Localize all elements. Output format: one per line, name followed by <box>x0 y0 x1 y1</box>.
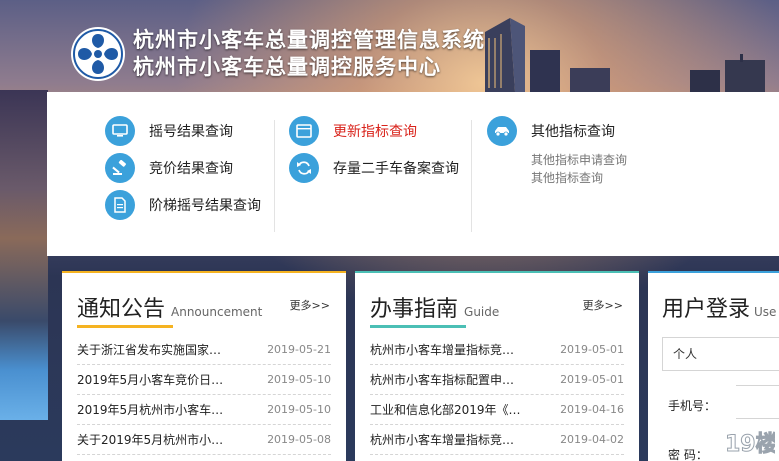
other-quota-sublinks: 其他指标申请查询 其他指标查询 <box>531 151 627 187</box>
guide-list: 杭州市小客车增量指标竞… 2019-05-01 杭州市小客车指标配置申… 2019-… <box>370 335 624 455</box>
login-title: 用户登录 Use <box>662 291 776 323</box>
site-title-line2: 杭州市小客车总量调控服务中心 <box>133 55 441 79</box>
refresh-icon <box>289 152 319 183</box>
notice-subtitle: Announcement <box>171 305 263 319</box>
list-item[interactable]: 关于浙江省发布实施国家… 2019-05-21 <box>77 335 331 365</box>
browser-window-icon <box>289 115 319 146</box>
logo-icon <box>71 27 125 81</box>
guide-title: 办事指南 Guide <box>370 291 499 323</box>
used-car-filing-query-label: 存量二手车备案查询 <box>333 160 459 177</box>
renewal-quota-query-label: 更新指标查询 <box>333 123 417 140</box>
phone-label: 手机号： <box>668 399 717 413</box>
news-date: 2019-04-16 <box>560 403 624 416</box>
notice-card: 通知公告 Announcement 更多>> 关于浙江省发布实施国家… 2019-0… <box>62 271 346 461</box>
tiered-draw-result-query-link[interactable]: 阶梯摇号结果查询 <box>105 186 261 223</box>
user-type-select[interactable]: 个人 <box>662 337 779 371</box>
guide-subtitle: Guide <box>464 305 500 319</box>
news-date: 2019-05-01 <box>560 373 624 386</box>
notice-more-link[interactable]: 更多>> <box>290 297 330 313</box>
guide-title-text: 办事指南 <box>370 297 459 322</box>
news-date: 2019-05-21 <box>267 343 331 356</box>
news-date: 2019-05-01 <box>560 343 624 356</box>
news-date: 2019-05-08 <box>267 433 331 446</box>
other-quota-application-query-link[interactable]: 其他指标申请查询 <box>531 151 627 169</box>
list-item[interactable]: 工业和信息化部2019年《… 2019-04-16 <box>370 395 624 425</box>
site-title-line1: 杭州市小客车总量调控管理信息系统 <box>133 28 485 52</box>
watermark-logo: 19楼 <box>725 432 776 458</box>
quick-links-column-3: 其他指标查询 其他指标申请查询 其他指标查询 <box>487 112 627 187</box>
news-title: 2019年5月杭州市小客车… <box>77 403 224 417</box>
draw-result-query-link[interactable]: 摇号结果查询 <box>105 112 261 149</box>
document-icon <box>105 189 135 220</box>
used-car-filing-query-link[interactable]: 存量二手车备案查询 <box>289 149 459 186</box>
password-label: 密 码： <box>668 448 708 461</box>
list-item[interactable]: 杭州市小客车增量指标竞… 2019-04-02 <box>370 425 624 455</box>
tiered-draw-result-query-label: 阶梯摇号结果查询 <box>149 197 261 214</box>
login-title-text: 用户登录 <box>662 297 751 322</box>
city-night-scene <box>0 90 48 420</box>
quick-links-column-1: 摇号结果查询 竞价结果查询 阶梯摇号结果查询 <box>105 112 261 223</box>
divider <box>471 120 472 232</box>
watermark-text: 19楼 <box>725 432 775 457</box>
list-item[interactable]: 2019年5月杭州市小客车… 2019-05-10 <box>77 395 331 425</box>
other-quota-query-label: 其他指标查询 <box>531 123 615 140</box>
quick-query-panel: 摇号结果查询 竞价结果查询 阶梯摇号结果查询 更新指标查询 存量二手车备案查询 … <box>47 92 779 256</box>
guide-title-underline <box>370 325 466 328</box>
bid-result-query-label: 竞价结果查询 <box>149 160 233 177</box>
site-title: 杭州市小客车总量调控管理信息系统 杭州市小客车总量调控服务中心 <box>133 27 485 81</box>
other-quota-query-link[interactable]: 其他指标查询 <box>487 112 627 149</box>
draw-result-query-label: 摇号结果查询 <box>149 123 233 140</box>
news-date: 2019-04-02 <box>560 433 624 446</box>
monitor-icon <box>105 115 135 146</box>
list-item[interactable]: 杭州市小客车指标配置申… 2019-05-01 <box>370 365 624 395</box>
divider <box>274 120 275 232</box>
phone-input[interactable] <box>736 385 779 419</box>
notice-title-underline <box>77 325 173 328</box>
notice-list: 关于浙江省发布实施国家… 2019-05-21 2019年5月小客车竞价日… 201… <box>77 335 331 455</box>
news-title: 关于浙江省发布实施国家… <box>77 343 222 357</box>
notice-title: 通知公告 Announcement <box>77 291 262 323</box>
list-item[interactable]: 杭州市小客车增量指标竞… 2019-05-01 <box>370 335 624 365</box>
list-item[interactable]: 2019年5月小客车竞价日… 2019-05-10 <box>77 365 331 395</box>
news-title: 关于2019年5月杭州市小… <box>77 433 224 447</box>
news-title: 杭州市小客车增量指标竞… <box>370 433 515 447</box>
guide-card: 办事指南 Guide 更多>> 杭州市小客车增量指标竞… 2019-05-01 杭州… <box>355 271 639 461</box>
renewal-quota-query-link[interactable]: 更新指标查询 <box>289 112 459 149</box>
other-quota-query-sublink[interactable]: 其他指标查询 <box>531 169 627 187</box>
skyline-illustration <box>485 18 765 92</box>
gavel-icon <box>105 152 135 183</box>
guide-more-link[interactable]: 更多>> <box>583 297 623 313</box>
news-title: 工业和信息化部2019年《… <box>370 403 521 417</box>
news-date: 2019-05-10 <box>267 373 331 386</box>
login-subtitle: Use <box>754 305 777 319</box>
news-title: 2019年5月小客车竞价日… <box>77 373 224 387</box>
car-icon <box>487 115 517 146</box>
news-title: 杭州市小客车指标配置申… <box>370 373 515 387</box>
quick-links-column-2: 更新指标查询 存量二手车备案查询 <box>289 112 459 186</box>
news-date: 2019-05-10 <box>267 403 331 416</box>
news-title: 杭州市小客车增量指标竞… <box>370 343 515 357</box>
notice-title-text: 通知公告 <box>77 297 166 322</box>
notice-card-header: 通知公告 Announcement 更多>> <box>62 273 346 329</box>
list-item[interactable]: 关于2019年5月杭州市小… 2019-05-08 <box>77 425 331 455</box>
guide-card-header: 办事指南 Guide 更多>> <box>355 273 639 329</box>
bid-result-query-link[interactable]: 竞价结果查询 <box>105 149 261 186</box>
